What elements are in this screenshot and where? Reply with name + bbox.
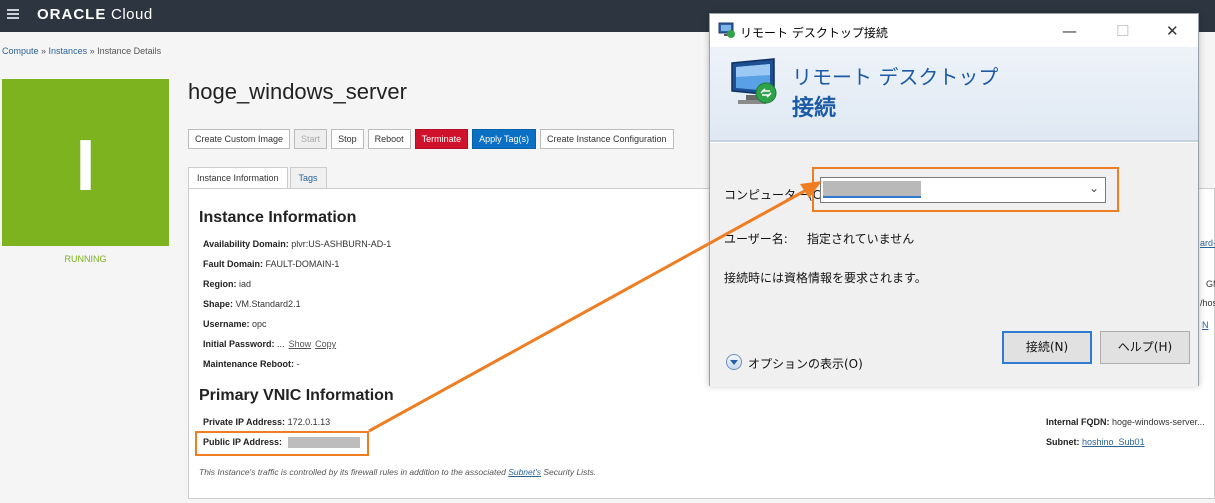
connector-arrow <box>368 181 822 433</box>
